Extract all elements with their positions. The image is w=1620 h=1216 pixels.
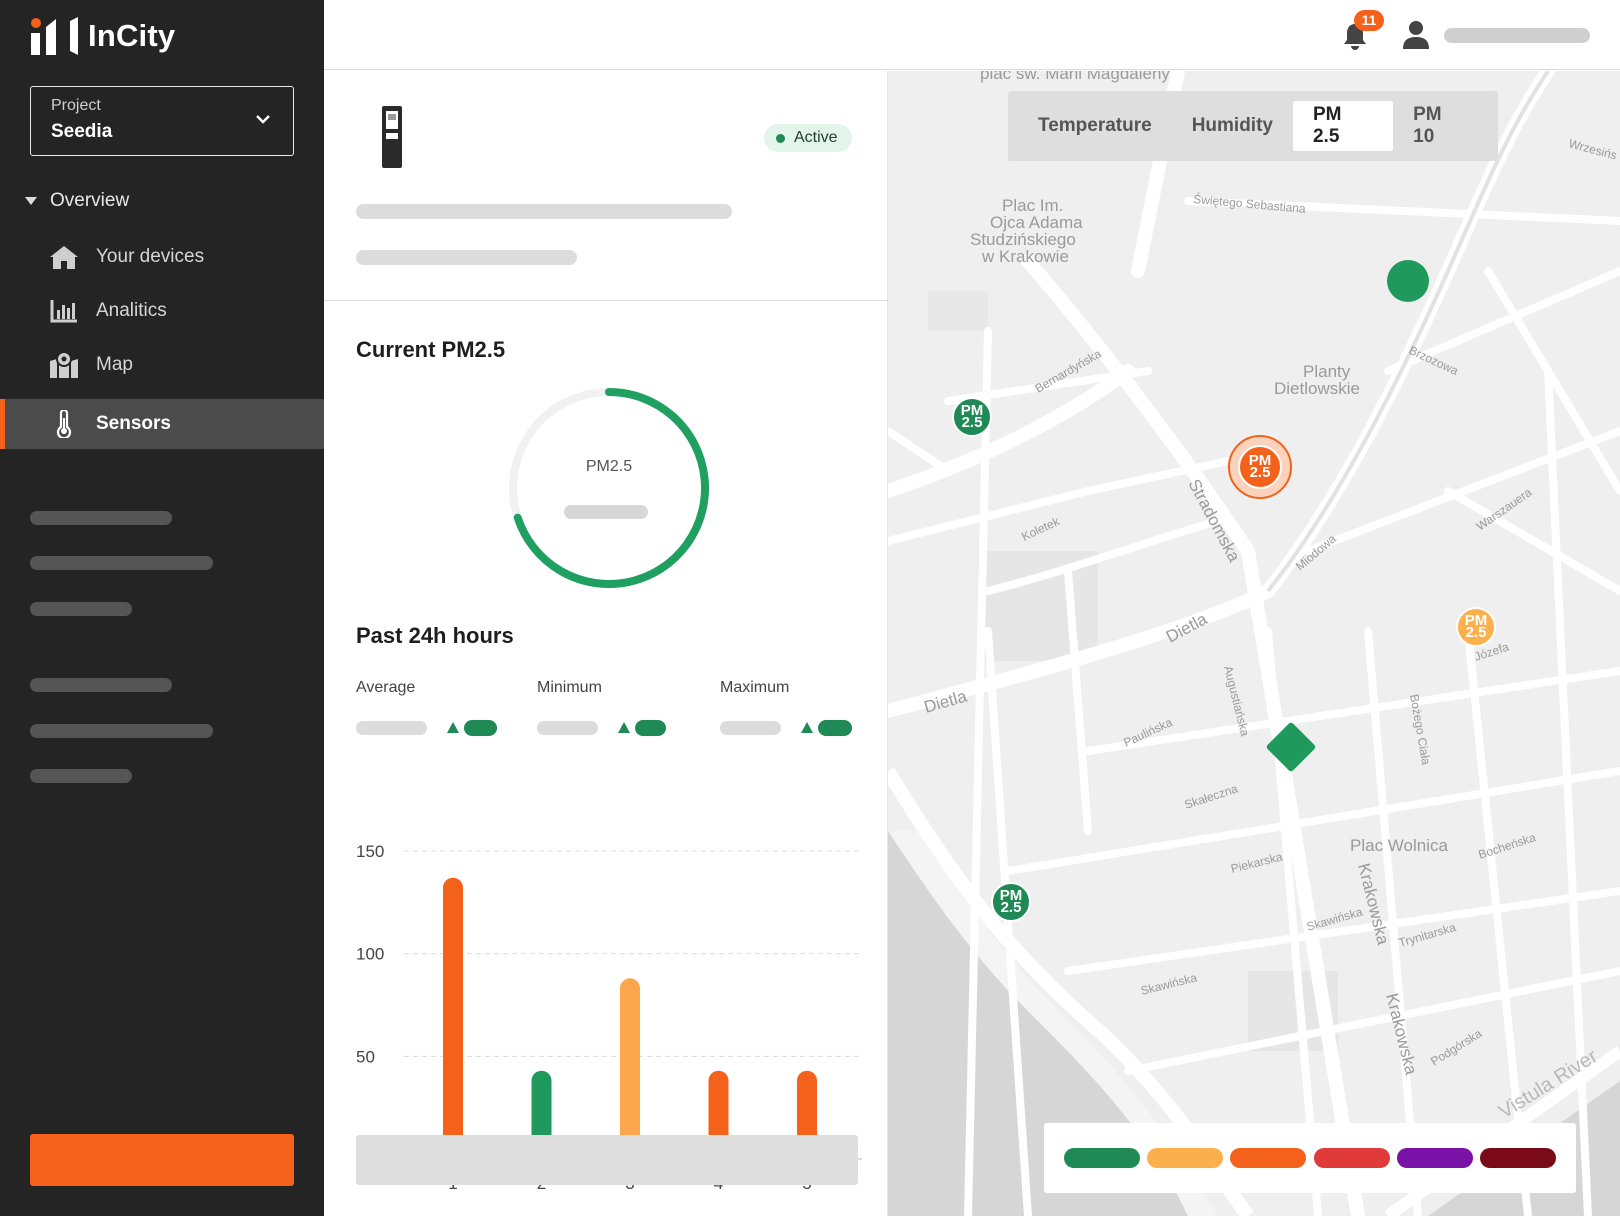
sensor-device-icon (382, 106, 402, 168)
incity-logo-icon (31, 17, 78, 55)
status-badge: Active (764, 124, 852, 152)
stat-average-label: Average (356, 679, 416, 696)
nav-item-sensors[interactable]: Sensors (0, 399, 324, 449)
sidebar-placeholder (30, 724, 213, 738)
map-label: w Krakowie (981, 247, 1069, 266)
marker-label: PM 2.5 (999, 886, 1023, 916)
user-icon[interactable] (1402, 20, 1430, 50)
map-label: Dietlowskie (1274, 379, 1360, 398)
nav-item-label: Your devices (96, 246, 205, 267)
caret-down-icon (25, 197, 37, 205)
legend-swatch (1147, 1148, 1224, 1168)
legend-swatch (1313, 1148, 1390, 1168)
panel-footer-placeholder[interactable] (356, 1135, 858, 1185)
bar[interactable] (443, 877, 463, 1161)
color-legend (1044, 1123, 1576, 1193)
device-info-placeholder (356, 250, 577, 265)
sensor-marker[interactable]: PM 2.5 (1456, 607, 1496, 647)
map-label: Plac Wolnica (1350, 836, 1448, 855)
bar[interactable] (620, 978, 640, 1161)
sidebar: InCity Project Seedia Overview Your devi… (0, 0, 324, 1216)
nav-item-label: Analitics (96, 300, 167, 321)
sensor-marker-selected[interactable]: PM 2.5 (1228, 435, 1292, 499)
project-select[interactable]: Project Seedia (30, 86, 294, 156)
status-text: Active (794, 129, 838, 146)
nav-item-your-devices[interactable]: Your devices (0, 232, 324, 282)
chevron-down-icon (256, 115, 270, 124)
device-card: Active (324, 71, 888, 301)
sidebar-placeholder (30, 556, 213, 570)
legend-swatch (1230, 1148, 1307, 1168)
sensor-marker[interactable]: PM 2.5 (991, 882, 1031, 922)
user-name-placeholder[interactable] (1444, 28, 1590, 43)
notification-badge: 11 (1354, 10, 1384, 31)
pm25-gauge: PM2.5 (504, 383, 714, 593)
tab-pm10[interactable]: PM 10 (1393, 101, 1488, 151)
marker-label: PM 2.5 (1248, 451, 1272, 481)
sensor-marker[interactable]: PM 2.5 (952, 397, 992, 437)
sensor-point-circle[interactable] (1387, 260, 1429, 302)
stat-minimum-label: Minimum (537, 679, 602, 696)
gauge-label: PM2.5 (585, 458, 633, 475)
map-pin-icon (48, 350, 80, 380)
app-name: InCity (88, 18, 176, 53)
map-background: plac św. Marii Magdaleny Plac Im. Ojca A… (888, 71, 1620, 1216)
thermometer-icon (48, 409, 80, 439)
device-name-placeholder (356, 204, 732, 219)
gauge-value-placeholder (564, 505, 648, 519)
legend-swatch (1479, 1148, 1556, 1168)
project-label: Project (51, 97, 101, 114)
past-title: Past 24h hours (356, 623, 514, 648)
trend-up-icon (447, 722, 459, 733)
map-label: plac św. Marii Magdaleny (980, 71, 1170, 83)
tab-temperature[interactable]: Temperature (1018, 101, 1172, 151)
current-title: Current PM2.5 (356, 337, 506, 362)
tab-humidity[interactable]: Humidity (1172, 101, 1293, 151)
tab-pm25[interactable]: PM 2.5 (1292, 101, 1394, 151)
marker-label: PM 2.5 (960, 401, 984, 431)
trend-up-icon (801, 722, 813, 733)
nav-item-label: Map (96, 354, 133, 375)
y-tick-label: 150 (356, 842, 384, 861)
nav-section-overview[interactable]: Overview (24, 190, 129, 212)
sidebar-action-button[interactable] (30, 1134, 294, 1186)
gauge-svg (509, 388, 709, 588)
map-view[interactable]: plac św. Marii Magdaleny Plac Im. Ojca A… (888, 71, 1620, 1216)
legend-swatch (1064, 1148, 1140, 1168)
sensor-detail-panel: Active Current PM2.5 PM2.5 Past 24h hour… (324, 71, 888, 1216)
nav-item-label: Sensors (96, 413, 171, 434)
trend-up-icon (618, 722, 630, 733)
y-tick-label: 50 (356, 1047, 375, 1066)
nav-item-map[interactable]: Map (0, 340, 324, 390)
sidebar-placeholder (30, 602, 132, 616)
app-logo[interactable]: InCity (30, 16, 175, 56)
sidebar-placeholder (30, 769, 132, 783)
project-value: Seedia (51, 121, 113, 142)
marker-label: PM 2.5 (1464, 611, 1488, 641)
sidebar-placeholder (30, 678, 172, 692)
metric-tabs: Temperature Humidity PM 2.5 PM 10 (1008, 91, 1498, 161)
nav-item-analitics[interactable]: Analitics (0, 286, 324, 336)
stat-maximum-label: Maximum (720, 679, 790, 696)
status-dot-icon (776, 133, 785, 143)
y-tick-label: 100 (356, 945, 384, 964)
legend-swatch (1396, 1148, 1473, 1168)
top-bar: 11 (324, 0, 1620, 70)
home-icon (48, 242, 80, 272)
nav-section-label: Overview (50, 190, 130, 211)
bar-chart-icon (48, 296, 80, 326)
sidebar-placeholder (30, 511, 172, 525)
